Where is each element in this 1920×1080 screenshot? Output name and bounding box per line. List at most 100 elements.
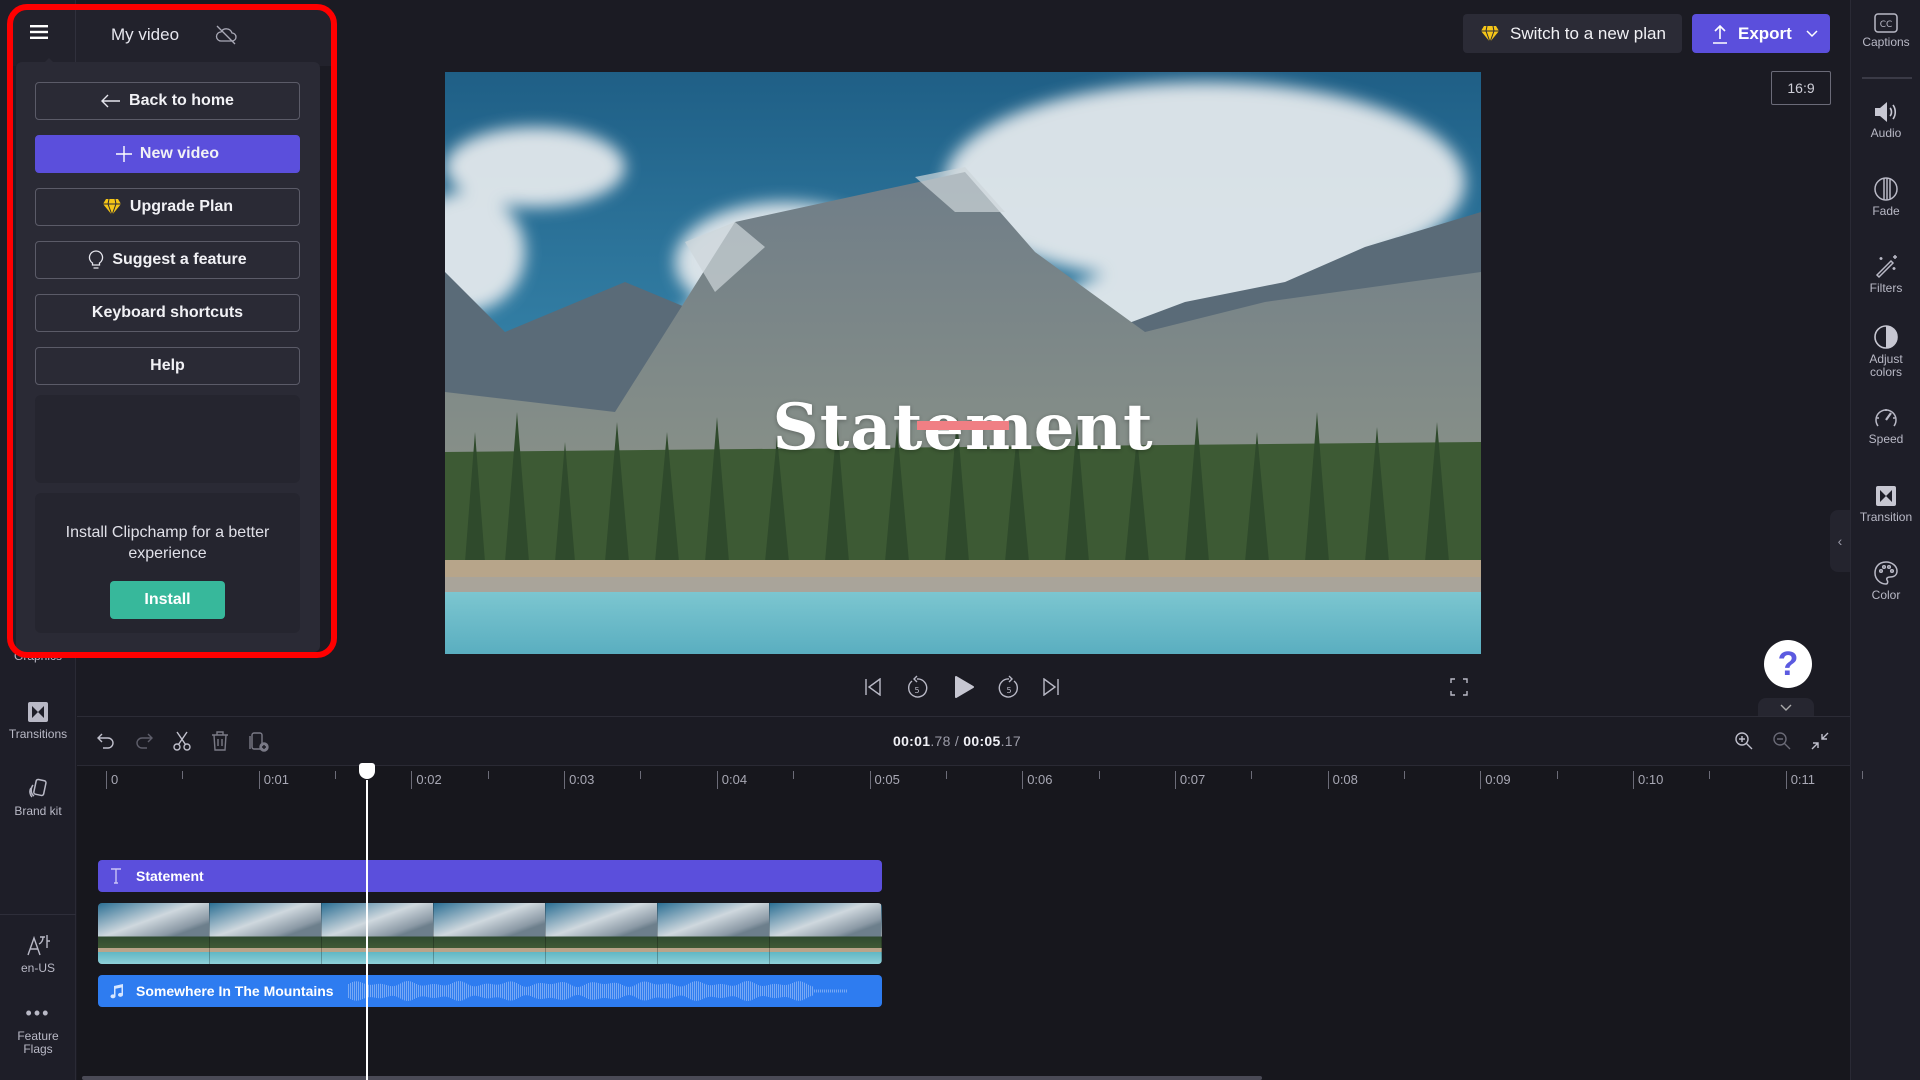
upgrade-plan-button[interactable]: Upgrade Plan — [35, 188, 300, 226]
waveform-bar — [810, 985, 811, 997]
timeline-ruler[interactable]: 0 0:01 0:02 0:03 0:04 0:05 0:06 0:07 0:08 0:09 0:1… — [77, 767, 1864, 799]
waveform-bar — [830, 989, 831, 993]
waveform-bar — [606, 983, 607, 999]
skip-to-start-button[interactable] — [858, 672, 888, 702]
video-preview[interactable]: Statement — [445, 72, 1481, 654]
rewind-5s-button[interactable]: 5 — [902, 672, 932, 702]
property-speed[interactable]: Speed — [1851, 406, 1920, 446]
property-adjust-colors[interactable]: Adjust colors — [1851, 324, 1920, 379]
delete-button[interactable] — [208, 729, 232, 753]
waveform-bar — [750, 981, 751, 1001]
hamburger-menu-button[interactable] — [30, 24, 48, 40]
waveform-bar — [812, 986, 813, 996]
waveform-bar — [582, 985, 583, 997]
waveform-bar — [760, 985, 761, 997]
zoom-in-icon — [1734, 731, 1754, 751]
suggest-feature-button[interactable]: Suggest a feature — [35, 241, 300, 279]
property-label: Fade — [1872, 204, 1900, 218]
help-button[interactable]: ? — [1764, 640, 1812, 688]
playhead-handle[interactable] — [359, 763, 375, 779]
main-menu: Back to home New video Upgrade Plan Sugg… — [16, 62, 320, 652]
chevron-left-icon: ‹ — [1837, 533, 1843, 549]
audio-clip[interactable]: Somewhere In The Mountains — [98, 975, 882, 1007]
waveform-bar — [440, 984, 441, 998]
waveform-bar — [502, 983, 503, 999]
switch-plan-button[interactable]: Switch to a new plan — [1463, 14, 1682, 53]
waveform-bar — [406, 981, 407, 1001]
ruler-minor-tick — [1251, 771, 1253, 779]
install-button[interactable]: Install — [110, 581, 225, 619]
new-video-button[interactable]: New video — [35, 135, 300, 173]
waveform-bar — [492, 984, 493, 998]
forward-5s-button[interactable]: 5 — [994, 672, 1024, 702]
playhead[interactable] — [366, 780, 368, 1080]
speedometer-icon — [1873, 406, 1899, 430]
waveform-bar — [348, 984, 349, 998]
time-separator: / — [950, 733, 964, 749]
waveform-bar — [782, 984, 783, 998]
property-audio[interactable]: Audio — [1851, 100, 1920, 140]
waveform-bar — [846, 989, 847, 993]
waveform-bar — [820, 989, 821, 993]
timeline-scrollbar[interactable] — [82, 1076, 1262, 1080]
video-thumbnail — [98, 903, 210, 964]
sidebar-item-language[interactable]: en-US — [0, 932, 76, 975]
project-title[interactable]: My video — [111, 25, 179, 45]
sidebar-item-transitions[interactable]: Transitions — [0, 700, 76, 741]
redo-button[interactable] — [132, 729, 156, 753]
waveform-bar — [404, 981, 405, 1001]
sidebar-item-brand-kit[interactable]: Brand kit — [0, 777, 76, 818]
collapse-panel-button[interactable]: ‹ — [1830, 510, 1850, 572]
duplicate-button[interactable] — [247, 729, 271, 753]
waveform-bar — [706, 984, 707, 998]
waveform-bar — [570, 984, 571, 998]
property-filters[interactable]: Filters — [1851, 253, 1920, 295]
language-icon — [25, 932, 51, 958]
waveform-bar — [578, 986, 579, 996]
export-button[interactable]: Export — [1692, 14, 1830, 53]
ruler-major-tick — [716, 771, 718, 789]
waveform-bar — [486, 983, 487, 999]
skip-to-end-button[interactable] — [1036, 672, 1066, 702]
zoom-out-button[interactable] — [1770, 729, 1794, 753]
waveform-bar — [826, 989, 827, 993]
text-clip[interactable]: Statement — [98, 860, 882, 892]
zoom-in-button[interactable] — [1732, 729, 1756, 753]
split-button[interactable] — [170, 729, 194, 753]
ruler-label: 0:03 — [569, 772, 595, 787]
sidebar-item-feature-flags[interactable]: ••• Feature Flags — [0, 1004, 76, 1056]
waveform-bar — [758, 985, 759, 997]
waveform-bar — [590, 982, 591, 1000]
brand-kit-icon — [26, 777, 50, 801]
keyboard-shortcuts-button[interactable]: Keyboard shortcuts — [35, 294, 300, 332]
undo-icon — [97, 732, 115, 750]
fullscreen-button[interactable] — [1444, 672, 1474, 702]
undo-button[interactable] — [94, 729, 118, 753]
waveform-bar — [790, 983, 791, 999]
property-fade[interactable]: Fade — [1851, 176, 1920, 218]
cloud-off-icon — [215, 25, 237, 45]
video-clip[interactable] — [98, 903, 882, 964]
help-menu-button[interactable]: Help — [35, 347, 300, 385]
ruler-major-tick — [411, 771, 413, 789]
waveform-bar — [434, 984, 435, 998]
property-transition[interactable]: Transition — [1851, 484, 1920, 524]
waveform-bar — [530, 985, 531, 997]
play-button[interactable] — [949, 672, 979, 702]
back-to-home-button[interactable]: Back to home — [35, 82, 300, 120]
waveform-bar — [544, 983, 545, 999]
waveform-bar — [526, 986, 527, 996]
fit-timeline-button[interactable] — [1808, 729, 1832, 753]
lightbulb-icon — [88, 250, 104, 270]
property-color[interactable]: Color — [1851, 560, 1920, 602]
waveform-bar — [418, 984, 419, 998]
waveform-bar — [550, 984, 551, 998]
waveform-bar — [682, 986, 683, 996]
waveform-bar — [698, 981, 699, 1001]
waveform-bar — [412, 982, 413, 1000]
waveform-bar — [558, 982, 559, 1000]
aspect-ratio-button[interactable]: 16:9 — [1771, 71, 1831, 105]
timeline-toggle-button[interactable] — [1758, 698, 1814, 716]
property-captions[interactable]: CC Captions — [1851, 13, 1920, 49]
waveform-bar — [680, 986, 681, 996]
